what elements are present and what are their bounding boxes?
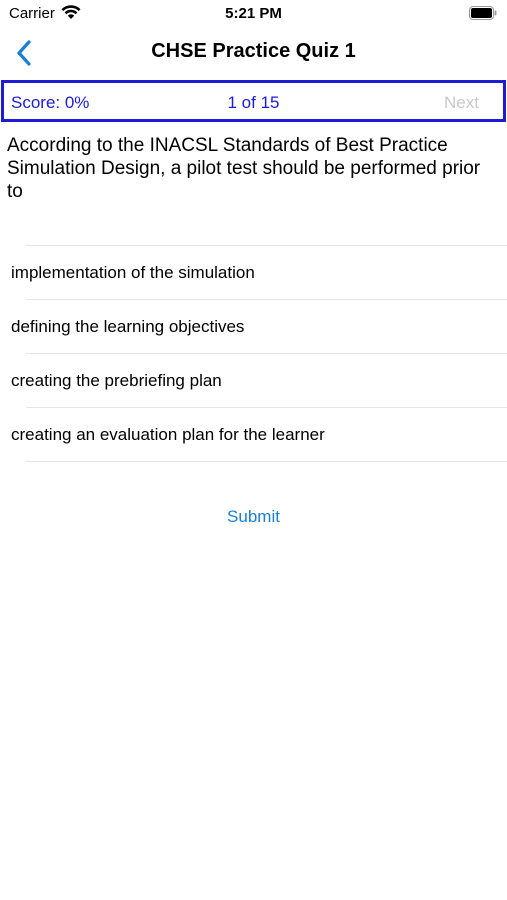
question-progress: 1 of 15 — [227, 93, 280, 112]
divider — [26, 461, 507, 462]
answer-option[interactable]: implementation of the simulation — [0, 246, 507, 299]
battery-icon — [469, 6, 497, 20]
answer-option[interactable]: creating the prebriefing plan — [0, 354, 507, 407]
answer-list: implementation of the simulation definin… — [0, 245, 507, 462]
page-title: CHSE Practice Quiz 1 — [151, 40, 356, 62]
answer-option[interactable]: creating an evaluation plan for the lear… — [0, 408, 507, 461]
navigation-bar: CHSE Practice Quiz 1 — [0, 28, 507, 78]
quiz-status-bar: Score: 0% 1 of 15 Next — [1, 80, 506, 122]
next-button[interactable]: Next — [444, 93, 479, 113]
answer-option[interactable]: defining the learning objectives — [0, 300, 507, 353]
submit-button[interactable]: Submit — [0, 507, 507, 527]
question-text: According to the INACSL Standards of Bes… — [7, 135, 481, 202]
status-time: 5:21 PM — [225, 5, 282, 22]
status-bar: Carrier 5:21 PM — [0, 0, 507, 28]
